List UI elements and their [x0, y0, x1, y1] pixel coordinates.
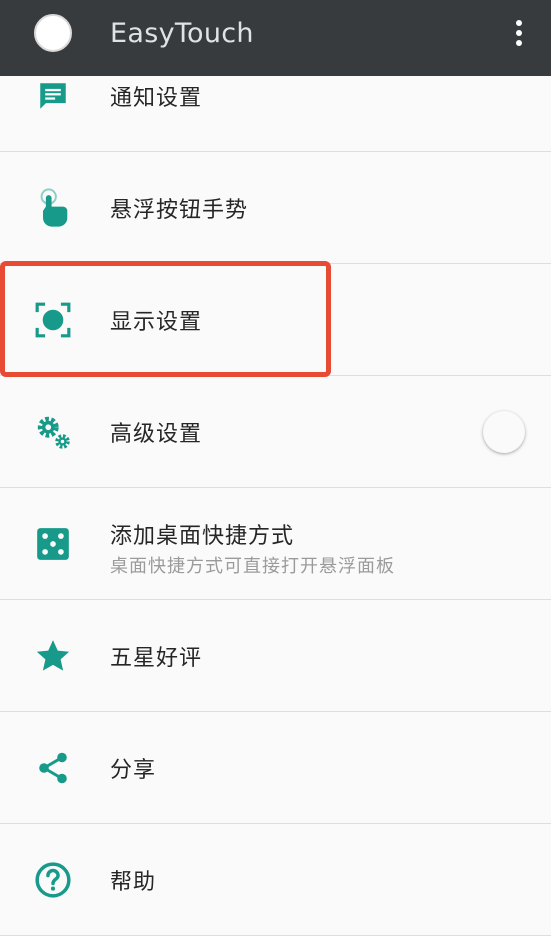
- settings-item-rate[interactable]: 五星好评: [0, 600, 551, 712]
- settings-item-label: 通知设置: [110, 85, 203, 111]
- settings-item-display[interactable]: 显示设置: [0, 264, 551, 376]
- settings-item-label: 添加桌面快捷方式: [110, 524, 295, 549]
- settings-item-sublabel: 桌面快捷方式可直接打开悬浮面板: [110, 556, 395, 577]
- settings-item-share[interactable]: 分享: [0, 712, 551, 824]
- star-icon: [34, 637, 72, 675]
- settings-item-label: 显示设置: [110, 309, 203, 335]
- help-icon: [34, 861, 72, 899]
- app-title: EasyTouch: [110, 18, 254, 49]
- settings-item-label: 悬浮按钮手势: [110, 197, 249, 223]
- app-logo-icon[interactable]: [34, 14, 72, 52]
- settings-item-help[interactable]: 帮助: [0, 824, 551, 936]
- settings-item-gesture[interactable]: 悬浮按钮手势: [0, 152, 551, 264]
- dice-icon: [34, 525, 72, 563]
- settings-item-label: 分享: [110, 757, 157, 783]
- gears-icon: [34, 413, 72, 451]
- message-icon: [34, 77, 72, 115]
- settings-item-label: 五星好评: [110, 645, 203, 671]
- settings-item-label: 高级设置: [110, 421, 203, 447]
- settings-list: 通知设置 悬浮按钮手势 显示设置 高级设置 添加桌面快捷方式 桌面快捷方式可直接…: [0, 40, 551, 936]
- settings-item-shortcut[interactable]: 添加桌面快捷方式 桌面快捷方式可直接打开悬浮面板: [0, 488, 551, 600]
- overflow-menu-icon[interactable]: [507, 18, 531, 48]
- app-bar: EasyTouch: [0, 0, 551, 76]
- settings-item-advanced[interactable]: 高级设置: [0, 376, 551, 488]
- touch-hand-icon: [34, 187, 72, 227]
- display-focus-icon: [34, 301, 72, 339]
- share-icon: [34, 749, 72, 787]
- advanced-toggle-switch[interactable]: [483, 410, 525, 453]
- settings-item-label: 帮助: [110, 869, 157, 895]
